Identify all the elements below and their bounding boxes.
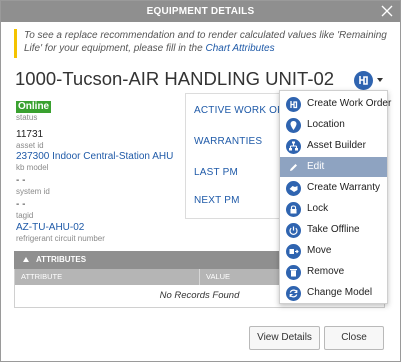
menu-item-label: Create Warranty [307, 182, 380, 193]
tagid-field: - - tagid [16, 199, 33, 221]
menu-item-label: Create Work Order [307, 98, 392, 109]
kb-model-link[interactable]: 237300 Indoor Central-Station AHU [16, 151, 173, 163]
refresh-icon [286, 286, 301, 301]
refrigerant-circuit-label: refrigerant circuit number [16, 234, 105, 243]
asset-id-value: 11731 [16, 129, 44, 140]
menu-item-label: Location [307, 119, 345, 130]
hierarchy-icon [286, 139, 301, 154]
view-details-button[interactable]: View Details [249, 326, 320, 350]
kb-model-field: 237300 Indoor Central-Station AHU kb mod… [16, 151, 173, 173]
status-label: status [16, 113, 38, 122]
wrench-icon [286, 97, 301, 112]
asset-id-field: 11731 asset id [16, 129, 44, 151]
asset-id-label: asset id [16, 141, 44, 150]
lock-icon [286, 202, 301, 217]
next-pm-link[interactable]: NEXT PM [194, 195, 240, 206]
last-pm-link[interactable]: LAST PM [194, 167, 238, 178]
warranty-icon [286, 181, 301, 196]
menu-item-label: Change Model [307, 287, 373, 298]
power-icon [286, 223, 301, 238]
actions-icon [354, 71, 373, 90]
menu-item-move[interactable]: Move [280, 241, 387, 261]
menu-item-label: Move [307, 245, 332, 256]
menu-item-take-offline[interactable]: Take Offline [280, 220, 387, 240]
status-field: Online status [16, 101, 52, 123]
column-header-attribute[interactable]: ATTRIBUTE [21, 269, 62, 285]
menu-item-label: Edit [307, 161, 325, 172]
attributes-header-label: ATTRIBUTES [36, 255, 87, 264]
dialog-titlebar: EQUIPMENT DETAILS [1, 1, 400, 22]
menu-item-create-warranty[interactable]: Create Warranty [280, 178, 387, 198]
system-id-field: - - system id [16, 175, 50, 197]
related-links-panel: ACTIVE WORK ORDERS WARRANTIES LAST PM NE… [185, 93, 313, 219]
dialog-title: EQUIPMENT DETAILS [146, 6, 255, 17]
chevron-down-icon [377, 78, 383, 82]
chart-attributes-link[interactable]: Chart Attributes [205, 43, 274, 54]
status-badge: Online [16, 101, 52, 113]
actions-menu: Create Work Order Location Asset Builder… [279, 90, 391, 304]
trash-icon [286, 265, 301, 280]
equipment-details-dialog: EQUIPMENT DETAILS To see a replace recom… [0, 0, 401, 362]
equipment-name: 1000-Tucson-AIR HANDLING UNIT-02 [15, 68, 335, 89]
menu-item-location[interactable]: Location [280, 115, 387, 135]
column-header-value[interactable]: VALUE [206, 269, 230, 285]
menu-item-label: Asset Builder [307, 140, 366, 151]
close-button[interactable]: Close [324, 326, 384, 350]
menu-item-label: Take Offline [307, 224, 360, 235]
kb-model-label: kb model [16, 163, 49, 172]
menu-item-asset-builder[interactable]: Asset Builder [280, 136, 387, 156]
menu-item-lock[interactable]: Lock [280, 199, 387, 219]
refrigerant-circuit-field: AZ-TU-AHU-02 refrigerant circuit number [16, 222, 105, 244]
menu-item-remove[interactable]: Remove [280, 262, 387, 282]
move-icon [286, 244, 301, 259]
tagid-value: - - [16, 199, 26, 210]
system-id-value: - - [16, 175, 26, 186]
warranties-link[interactable]: WARRANTIES [194, 136, 262, 147]
menu-item-label: Lock [307, 203, 329, 214]
system-id-label: system id [16, 187, 50, 196]
collapse-triangle-icon [23, 257, 29, 262]
menu-item-edit[interactable]: Edit [280, 157, 387, 177]
menu-item-create-work-order[interactable]: Create Work Order [280, 94, 391, 114]
actions-dropdown-button[interactable] [354, 70, 386, 90]
refrigerant-circuit-link[interactable]: AZ-TU-AHU-02 [16, 222, 105, 234]
location-pin-icon [286, 118, 301, 133]
menu-item-change-model[interactable]: Change Model [280, 283, 387, 303]
chart-attributes-notice: To see a replace recommendation and to r… [14, 29, 394, 58]
menu-item-label: Remove [307, 266, 345, 277]
column-divider [199, 269, 200, 285]
close-icon[interactable] [380, 4, 394, 18]
pencil-icon [286, 160, 301, 175]
tagid-label: tagid [16, 211, 34, 220]
